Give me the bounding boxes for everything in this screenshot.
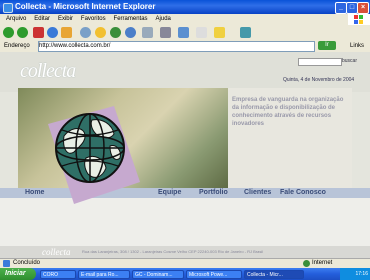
nav-equipe[interactable]: Equipe: [158, 189, 181, 196]
taskbar-item-coro[interactable]: CORO: [40, 270, 76, 279]
footer-address: Rua das Laranjeiras, 308 / 1302 - Laranj…: [82, 249, 264, 254]
nav-clientes[interactable]: Clientes: [244, 189, 271, 196]
ie-icon: [3, 3, 13, 13]
zone-text: Internet: [312, 260, 333, 266]
messenger-icon[interactable]: [240, 27, 251, 38]
home-icon[interactable]: [61, 27, 72, 38]
print-icon[interactable]: [160, 27, 171, 38]
menu-exibir[interactable]: Exibir: [58, 14, 73, 25]
taskbar-item-email[interactable]: E-mail para Ro...: [78, 270, 130, 279]
nav-portfolio[interactable]: Portfolio: [199, 189, 228, 196]
toolbar: [0, 25, 370, 41]
close-button[interactable]: ×: [357, 2, 369, 14]
links-button[interactable]: Links: [350, 41, 364, 51]
tagline: Empresa de vanguarda na organização da i…: [232, 97, 344, 127]
collecta-logo[interactable]: collecta: [20, 60, 76, 83]
window-title-bar[interactable]: Collecta - Microsoft Internet Explorer _…: [0, 0, 370, 14]
back-icon[interactable]: [3, 27, 14, 38]
forward-icon[interactable]: [17, 27, 28, 38]
refresh-icon[interactable]: [47, 27, 58, 38]
menu-editar[interactable]: Editar: [34, 14, 50, 25]
system-tray-clock[interactable]: 17:16: [340, 268, 370, 280]
status-text: Concluído: [13, 260, 41, 266]
edit-icon[interactable]: [178, 27, 189, 38]
footer-logo: collecta: [42, 247, 71, 257]
menu-ajuda[interactable]: Ajuda: [156, 14, 171, 25]
page-done-icon: [3, 260, 10, 267]
search-icon[interactable]: [80, 27, 91, 38]
taskbar-item-gc[interactable]: GC - Dominam...: [132, 270, 184, 279]
go-button[interactable]: Ir: [318, 41, 336, 50]
media-icon[interactable]: [110, 27, 121, 38]
menu-favoritos[interactable]: Favoritos: [81, 14, 106, 25]
search-button[interactable]: buscar: [342, 58, 357, 64]
address-input[interactable]: http://www.collecta.com.br/: [38, 41, 315, 52]
history-icon[interactable]: [125, 27, 136, 38]
discuss-icon[interactable]: [196, 27, 207, 38]
page-date: Quinta, 4 de Novembro de 2004: [283, 77, 355, 83]
menu-ferramentas[interactable]: Ferramentas: [114, 14, 148, 25]
start-button[interactable]: Iniciar: [0, 268, 36, 280]
nav-fale-conosco[interactable]: Fale Conosco: [280, 189, 326, 196]
taskbar-item-powerpoint[interactable]: Microsoft Powe...: [186, 270, 242, 279]
mail-icon[interactable]: [142, 27, 153, 38]
search-input[interactable]: [298, 58, 342, 66]
favorites-icon[interactable]: [95, 27, 106, 38]
address-label: Endereço: [4, 43, 30, 49]
window-title: Collecta - Microsoft Internet Explorer: [15, 2, 156, 11]
stop-icon[interactable]: [33, 27, 44, 38]
menu-arquivo[interactable]: Arquivo: [6, 14, 26, 25]
internet-zone-icon: [303, 260, 310, 267]
taskbar-item-collecta[interactable]: Collecta - Micr...: [244, 270, 304, 279]
globe-clipart-icon: [40, 100, 150, 210]
windows-logo-icon: [348, 14, 370, 25]
folder-icon[interactable]: [214, 27, 225, 38]
